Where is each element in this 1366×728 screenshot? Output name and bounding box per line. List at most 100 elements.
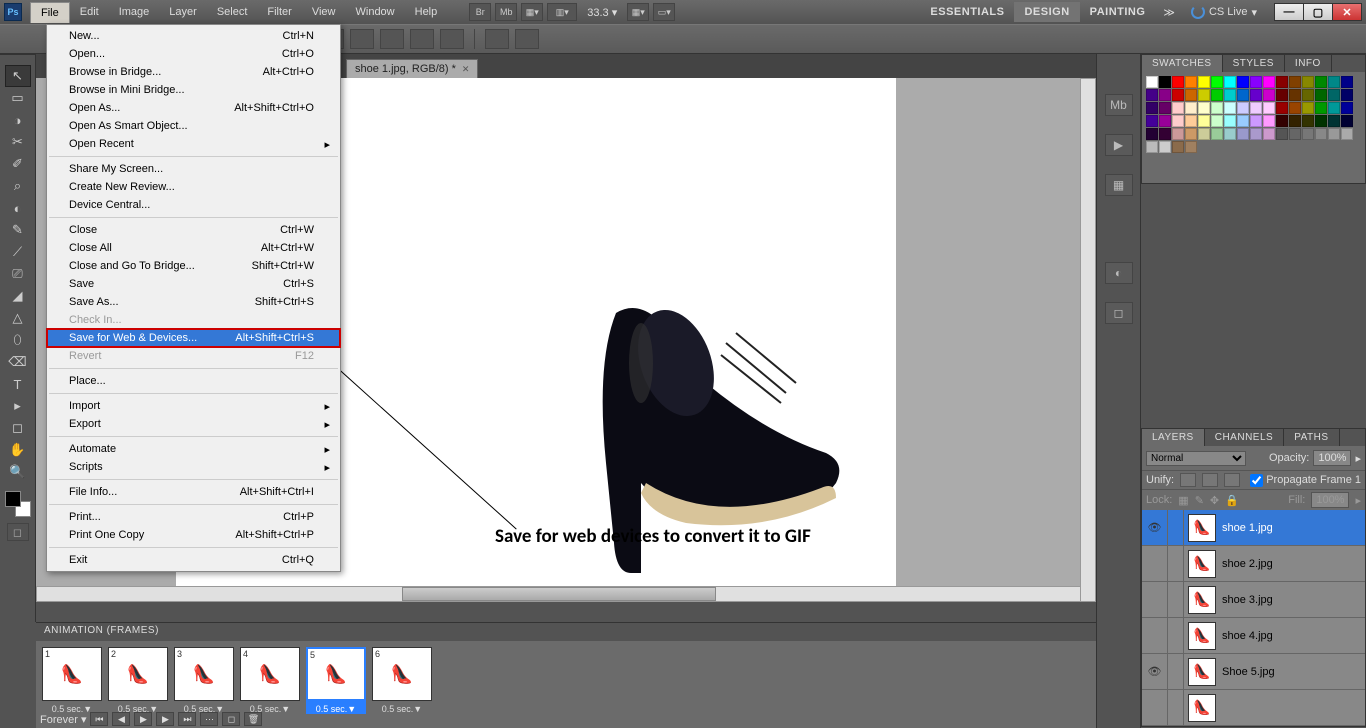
color-swatch[interactable] xyxy=(5,491,31,517)
swatch-color[interactable] xyxy=(1237,89,1249,101)
swatch-color[interactable] xyxy=(1341,89,1353,101)
layer-row[interactable]: 👠shoe 3.jpg xyxy=(1142,582,1365,618)
swatch-color[interactable] xyxy=(1328,89,1340,101)
swatch-color[interactable] xyxy=(1276,128,1288,140)
swatch-color[interactable] xyxy=(1263,128,1275,140)
next-frame-icon[interactable]: ▶ xyxy=(156,712,174,726)
swatch-color[interactable] xyxy=(1159,115,1171,127)
tool-1[interactable]: ▭ xyxy=(5,87,31,109)
swatch-color[interactable] xyxy=(1185,141,1197,153)
swatch-color[interactable] xyxy=(1172,102,1184,114)
horizontal-scrollbar[interactable] xyxy=(36,586,1082,602)
play-icon[interactable]: ▶ xyxy=(134,712,152,726)
minibridge-icon[interactable]: Mb xyxy=(495,3,517,21)
menuitem-print-one-copy[interactable]: Print One CopyAlt+Shift+Ctrl+P xyxy=(47,526,340,544)
swatch-color[interactable] xyxy=(1289,89,1301,101)
unify-style-icon[interactable] xyxy=(1224,473,1240,487)
swatch-color[interactable] xyxy=(1198,76,1210,88)
close-button[interactable]: ✕ xyxy=(1332,3,1362,21)
swatch-color[interactable] xyxy=(1289,102,1301,114)
menuitem-open-as-[interactable]: Open As...Alt+Shift+Ctrl+O xyxy=(47,99,340,117)
panel-tab-swatches[interactable]: SWATCHES xyxy=(1142,55,1223,72)
menuitem-close-all[interactable]: Close AllAlt+Ctrl+W xyxy=(47,239,340,257)
swatch-color[interactable] xyxy=(1289,128,1301,140)
swatch-color[interactable] xyxy=(1328,102,1340,114)
menuitem-new-[interactable]: New...Ctrl+N xyxy=(47,27,340,45)
swatch-color[interactable] xyxy=(1172,128,1184,140)
swatch-color[interactable] xyxy=(1341,115,1353,127)
menuitem-save[interactable]: SaveCtrl+S xyxy=(47,275,340,293)
quickmask-icon[interactable]: ◻ xyxy=(7,523,29,541)
menu-layer[interactable]: Layer xyxy=(159,2,207,23)
swatch-color[interactable] xyxy=(1159,89,1171,101)
visibility-icon[interactable]: 👁 xyxy=(1142,510,1168,545)
unify-position-icon[interactable] xyxy=(1180,473,1196,487)
animation-frame[interactable]: 2👠0.5 sec.▼ xyxy=(108,647,168,714)
swatch-color[interactable] xyxy=(1146,76,1158,88)
history-dock-icon[interactable]: ▶ xyxy=(1105,134,1133,156)
bridge-icon[interactable]: Br xyxy=(469,3,491,21)
swatch-color[interactable] xyxy=(1276,76,1288,88)
document-tab[interactable]: shoe 1.jpg, RGB/8) *✕ xyxy=(346,59,478,78)
menuitem-device-central-[interactable]: Device Central... xyxy=(47,196,340,214)
minibridge-dock-icon[interactable]: Mb xyxy=(1105,94,1133,116)
swatch-color[interactable] xyxy=(1146,102,1158,114)
first-frame-icon[interactable]: ⏮ xyxy=(90,712,108,726)
swatch-color[interactable] xyxy=(1250,128,1262,140)
adjust-dock-icon[interactable]: ◐ xyxy=(1105,262,1133,284)
swatch-color[interactable] xyxy=(1146,128,1158,140)
menu-file[interactable]: File xyxy=(30,2,70,23)
swatch-color[interactable] xyxy=(1250,76,1262,88)
distribute-6-icon[interactable] xyxy=(440,29,464,49)
swatch-color[interactable] xyxy=(1198,89,1210,101)
tool-15[interactable]: ▸ xyxy=(5,395,31,417)
swatch-color[interactable] xyxy=(1315,102,1327,114)
visibility-icon[interactable] xyxy=(1142,690,1168,725)
visibility-icon[interactable] xyxy=(1142,618,1168,653)
swatch-color[interactable] xyxy=(1315,89,1327,101)
menuitem-browse-in-mini-bridge-[interactable]: Browse in Mini Bridge... xyxy=(47,81,340,99)
animation-frame[interactable]: 1👠0.5 sec.▼ xyxy=(42,647,102,714)
cslive-button[interactable]: CS Live ▾ xyxy=(1183,5,1265,19)
visibility-icon[interactable] xyxy=(1142,582,1168,617)
swatch-color[interactable] xyxy=(1172,141,1184,153)
swatch-color[interactable] xyxy=(1224,89,1236,101)
swatch-color[interactable] xyxy=(1159,141,1171,153)
prev-frame-icon[interactable]: ◀ xyxy=(112,712,130,726)
swatch-color[interactable] xyxy=(1263,89,1275,101)
view-extras-icon[interactable]: ▦▾ xyxy=(521,3,543,21)
lock-trans-icon[interactable]: ▦ xyxy=(1178,494,1188,507)
animation-frame[interactable]: 4👠0.5 sec.▼ xyxy=(240,647,300,714)
swatch-color[interactable] xyxy=(1211,115,1223,127)
swatch-color[interactable] xyxy=(1315,128,1327,140)
swatch-color[interactable] xyxy=(1172,76,1184,88)
swatch-color[interactable] xyxy=(1237,102,1249,114)
swatch-color[interactable] xyxy=(1302,128,1314,140)
menuitem-save-for-web-devices-[interactable]: Save for Web & Devices...Alt+Shift+Ctrl+… xyxy=(47,329,340,347)
new-frame-icon[interactable]: ◻ xyxy=(222,712,240,726)
menuitem-print-[interactable]: Print...Ctrl+P xyxy=(47,508,340,526)
swatch-color[interactable] xyxy=(1315,115,1327,127)
minimize-button[interactable]: — xyxy=(1274,3,1304,21)
menuitem-open-as-smart-object-[interactable]: Open As Smart Object... xyxy=(47,117,340,135)
zoom-out-icon[interactable]: ▥▾ xyxy=(547,3,577,21)
swatch-color[interactable] xyxy=(1172,115,1184,127)
tool-10[interactable]: ◢ xyxy=(5,285,31,307)
close-tab-icon[interactable]: ✕ xyxy=(462,64,470,75)
swatch-color[interactable] xyxy=(1185,115,1197,127)
unify-visibility-icon[interactable] xyxy=(1202,473,1218,487)
more-icon[interactable]: ≫ xyxy=(1155,6,1183,19)
swatch-color[interactable] xyxy=(1328,115,1340,127)
swatch-color[interactable] xyxy=(1159,102,1171,114)
tool-2[interactable]: ◑ xyxy=(5,109,31,131)
swatch-color[interactable] xyxy=(1263,115,1275,127)
tool-9[interactable]: ⎚ xyxy=(5,263,31,285)
tool-16[interactable]: ◻ xyxy=(5,417,31,439)
swatch-color[interactable] xyxy=(1146,115,1158,127)
swatch-color[interactable] xyxy=(1302,76,1314,88)
swatch-color[interactable] xyxy=(1211,102,1223,114)
swatch-color[interactable] xyxy=(1198,115,1210,127)
zoom-level[interactable]: 33.3 ▾ xyxy=(579,6,625,19)
distribute-3-icon[interactable] xyxy=(350,29,374,49)
swatch-color[interactable] xyxy=(1263,102,1275,114)
